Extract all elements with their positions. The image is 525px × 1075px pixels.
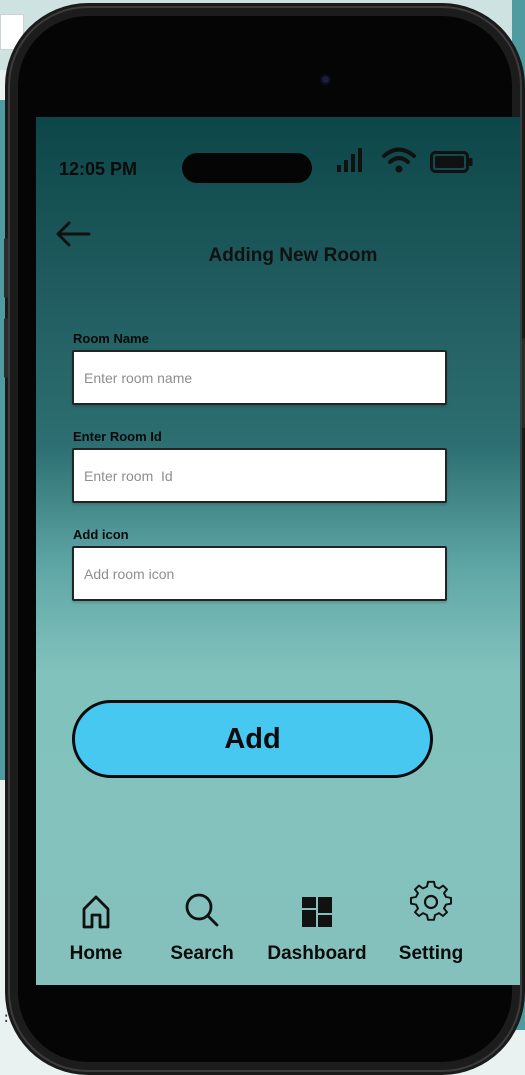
status-time: 12:05 PM xyxy=(59,159,138,179)
nav-item-setting[interactable]: Setting xyxy=(391,880,471,965)
gear-icon xyxy=(410,880,452,921)
signal-icon xyxy=(337,148,362,172)
page-title: Adding New Room xyxy=(208,245,378,266)
room-name-label: Room Name xyxy=(73,331,149,346)
nav-label-setting: Setting xyxy=(398,943,464,964)
phone-side-button-left xyxy=(4,238,8,298)
room-id-input[interactable] xyxy=(72,448,447,503)
nav-label-dashboard: Dashboard xyxy=(267,943,367,964)
app-screen: 12:05 PM Adding New Room Room Name Enter… xyxy=(36,117,520,985)
front-camera xyxy=(320,74,331,85)
battery-icon xyxy=(430,151,473,173)
room-name-input[interactable] xyxy=(72,350,447,405)
room-icon-input[interactable] xyxy=(72,546,447,601)
wifi-icon xyxy=(382,147,416,173)
home-icon xyxy=(82,895,110,929)
nav-item-search[interactable]: Search xyxy=(162,887,242,972)
nav-label-search: Search xyxy=(170,943,234,964)
nav-item-home[interactable]: Home xyxy=(66,887,126,972)
phone-side-button-left-2 xyxy=(4,318,8,378)
add-room-button[interactable]: Add xyxy=(72,700,433,778)
room-icon-label: Add icon xyxy=(73,527,129,542)
phone-bezel: 12:05 PM Adding New Room Room Name Enter… xyxy=(18,16,520,1062)
nav-label-home: Home xyxy=(69,943,123,964)
room-id-label: Enter Room Id xyxy=(73,429,162,444)
phone-frame: 12:05 PM Adding New Room Room Name Enter… xyxy=(4,8,525,1070)
search-icon xyxy=(185,893,219,927)
dynamic-island xyxy=(182,153,312,183)
nav-item-dashboard[interactable]: Dashboard xyxy=(262,887,372,972)
dashboard-icon xyxy=(302,897,332,927)
